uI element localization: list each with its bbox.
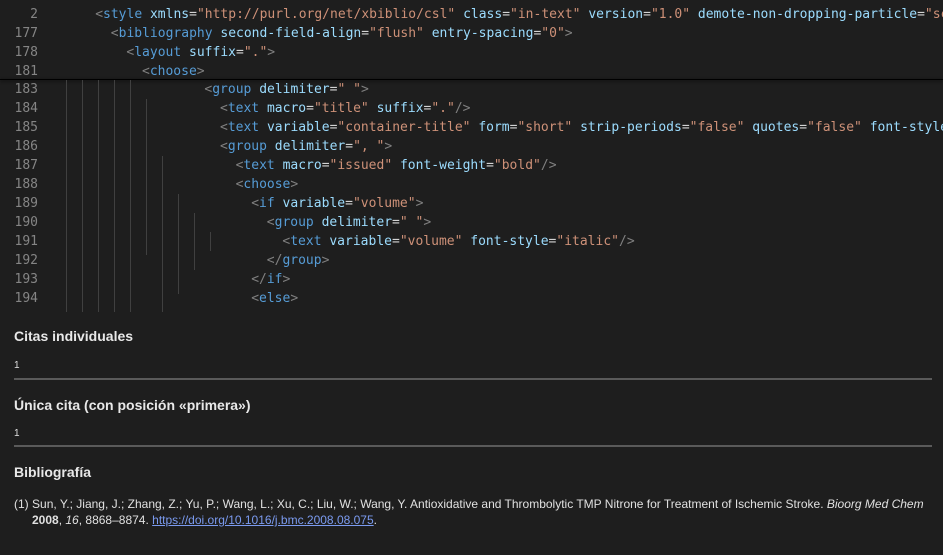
- sticky-scroll-divider: [0, 79, 943, 80]
- code-line[interactable]: 185 <text variable="container-title" form…: [0, 118, 943, 137]
- section-divider: [14, 445, 932, 447]
- code-line[interactable]: 177 <bibliography second-field-align="flu…: [0, 24, 943, 43]
- code-text: <group delimiter=" ">: [266, 215, 432, 230]
- code-line[interactable]: 186 <group delimiter=", ">: [0, 137, 943, 156]
- code-text: <style xmlns="http://purl.org/net/xbibli…: [95, 7, 943, 22]
- code-text: <text macro="title" suffix="."/>: [220, 101, 471, 116]
- indent-guide: [194, 213, 195, 270]
- line-number: 190: [14, 215, 38, 230]
- code-text: <text variable="container-title" form="s…: [220, 120, 943, 135]
- code-line[interactable]: 193 </if>: [0, 270, 943, 289]
- code-line[interactable]: 187 <text macro="issued" font-weight="bol…: [0, 156, 943, 175]
- code-editor[interactable]: 2 <style xmlns="http://purl.org/net/xbibl…: [0, 0, 943, 312]
- code-text: <group delimiter=" ">: [204, 82, 369, 97]
- code-line[interactable]: 191 <text variable="volume" font-style="i…: [0, 232, 943, 251]
- line-number: 178: [14, 45, 38, 60]
- code-line[interactable]: 184 <text macro="title" suffix="."/>: [0, 99, 943, 118]
- line-number: 184: [14, 101, 38, 116]
- bibliography-title: Bibliografía: [14, 464, 92, 480]
- code-line[interactable]: 178 <layout suffix=".">: [0, 43, 943, 62]
- code-text: <choose>: [235, 177, 299, 192]
- line-number: 186: [14, 139, 38, 154]
- indent-guide: [98, 80, 99, 312]
- line-number: 187: [14, 158, 38, 173]
- indent-guide: [178, 194, 179, 294]
- line-number: 177: [14, 26, 38, 41]
- code-line[interactable]: 192 </group>: [0, 251, 943, 270]
- code-line[interactable]: 183 <group delimiter=" ">: [0, 80, 943, 99]
- entry-year: 2008: [32, 513, 59, 527]
- individual-citations-title: Citas individuales: [14, 328, 134, 344]
- entry-number: (1): [14, 497, 29, 511]
- line-number: 188: [14, 177, 38, 192]
- individual-citations-value: 1: [14, 360, 20, 371]
- code-line[interactable]: 190 <group delimiter=" ">: [0, 213, 943, 232]
- entry-article-title: Antioxidative and Thrombolytic TMP Nitro…: [410, 497, 824, 511]
- indent-guide: [66, 80, 67, 312]
- section-divider: [14, 378, 932, 380]
- code-text: <layout suffix=".">: [126, 45, 276, 60]
- code-text: <text macro="issued" font-weight="bold"/…: [235, 158, 557, 173]
- code-text: <if variable="volume">: [251, 196, 424, 211]
- code-text: </group>: [266, 253, 330, 268]
- line-number: 2: [30, 7, 38, 22]
- indent-guide: [162, 156, 163, 312]
- entry-volume: 16: [65, 513, 79, 527]
- code-line-clipped: [0, 303, 943, 312]
- single-citation-title: Única cita (con posición «primera»): [14, 397, 251, 413]
- bibliography-entry: (1) Sun, Y.; Jiang, J.; Zhang, Z.; Yu, P…: [14, 497, 924, 527]
- line-number: 193: [14, 272, 38, 287]
- indent-guide: [114, 80, 115, 312]
- code-line[interactable]: 2 <style xmlns="http://purl.org/net/xbibl…: [0, 5, 943, 24]
- entry-authors: Sun, Y.; Jiang, J.; Zhang, Z.; Yu, P.; W…: [32, 497, 408, 511]
- single-citation-value: 1: [14, 428, 20, 439]
- code-line[interactable]: 188 <choose>: [0, 175, 943, 194]
- code-text: <text variable="volume" font-style="ital…: [282, 234, 635, 249]
- indent-guide: [210, 232, 211, 251]
- indent-guide: [146, 99, 147, 255]
- entry-doi-link[interactable]: https://doi.org/10.1016/j.bmc.2008.08.07…: [152, 513, 374, 527]
- preview-panel: Citas individuales 1 Única cita (con pos…: [0, 312, 943, 555]
- indent-guide: [82, 80, 83, 312]
- entry-journal: Bioorg Med Chem: [826, 497, 924, 511]
- entry-pages: 8868–8874.: [85, 513, 149, 527]
- indent-guide: [130, 80, 131, 312]
- code-text: <group delimiter=", ">: [220, 139, 393, 154]
- code-text: <bibliography second-field-align="flush"…: [110, 26, 573, 41]
- line-number: 192: [14, 253, 38, 268]
- line-number: 185: [14, 120, 38, 135]
- line-number: 183: [14, 82, 38, 97]
- code-text: </if>: [251, 272, 291, 287]
- line-number: 191: [14, 234, 38, 249]
- code-line[interactable]: 189 <if variable="volume">: [0, 194, 943, 213]
- line-number: 189: [14, 196, 38, 211]
